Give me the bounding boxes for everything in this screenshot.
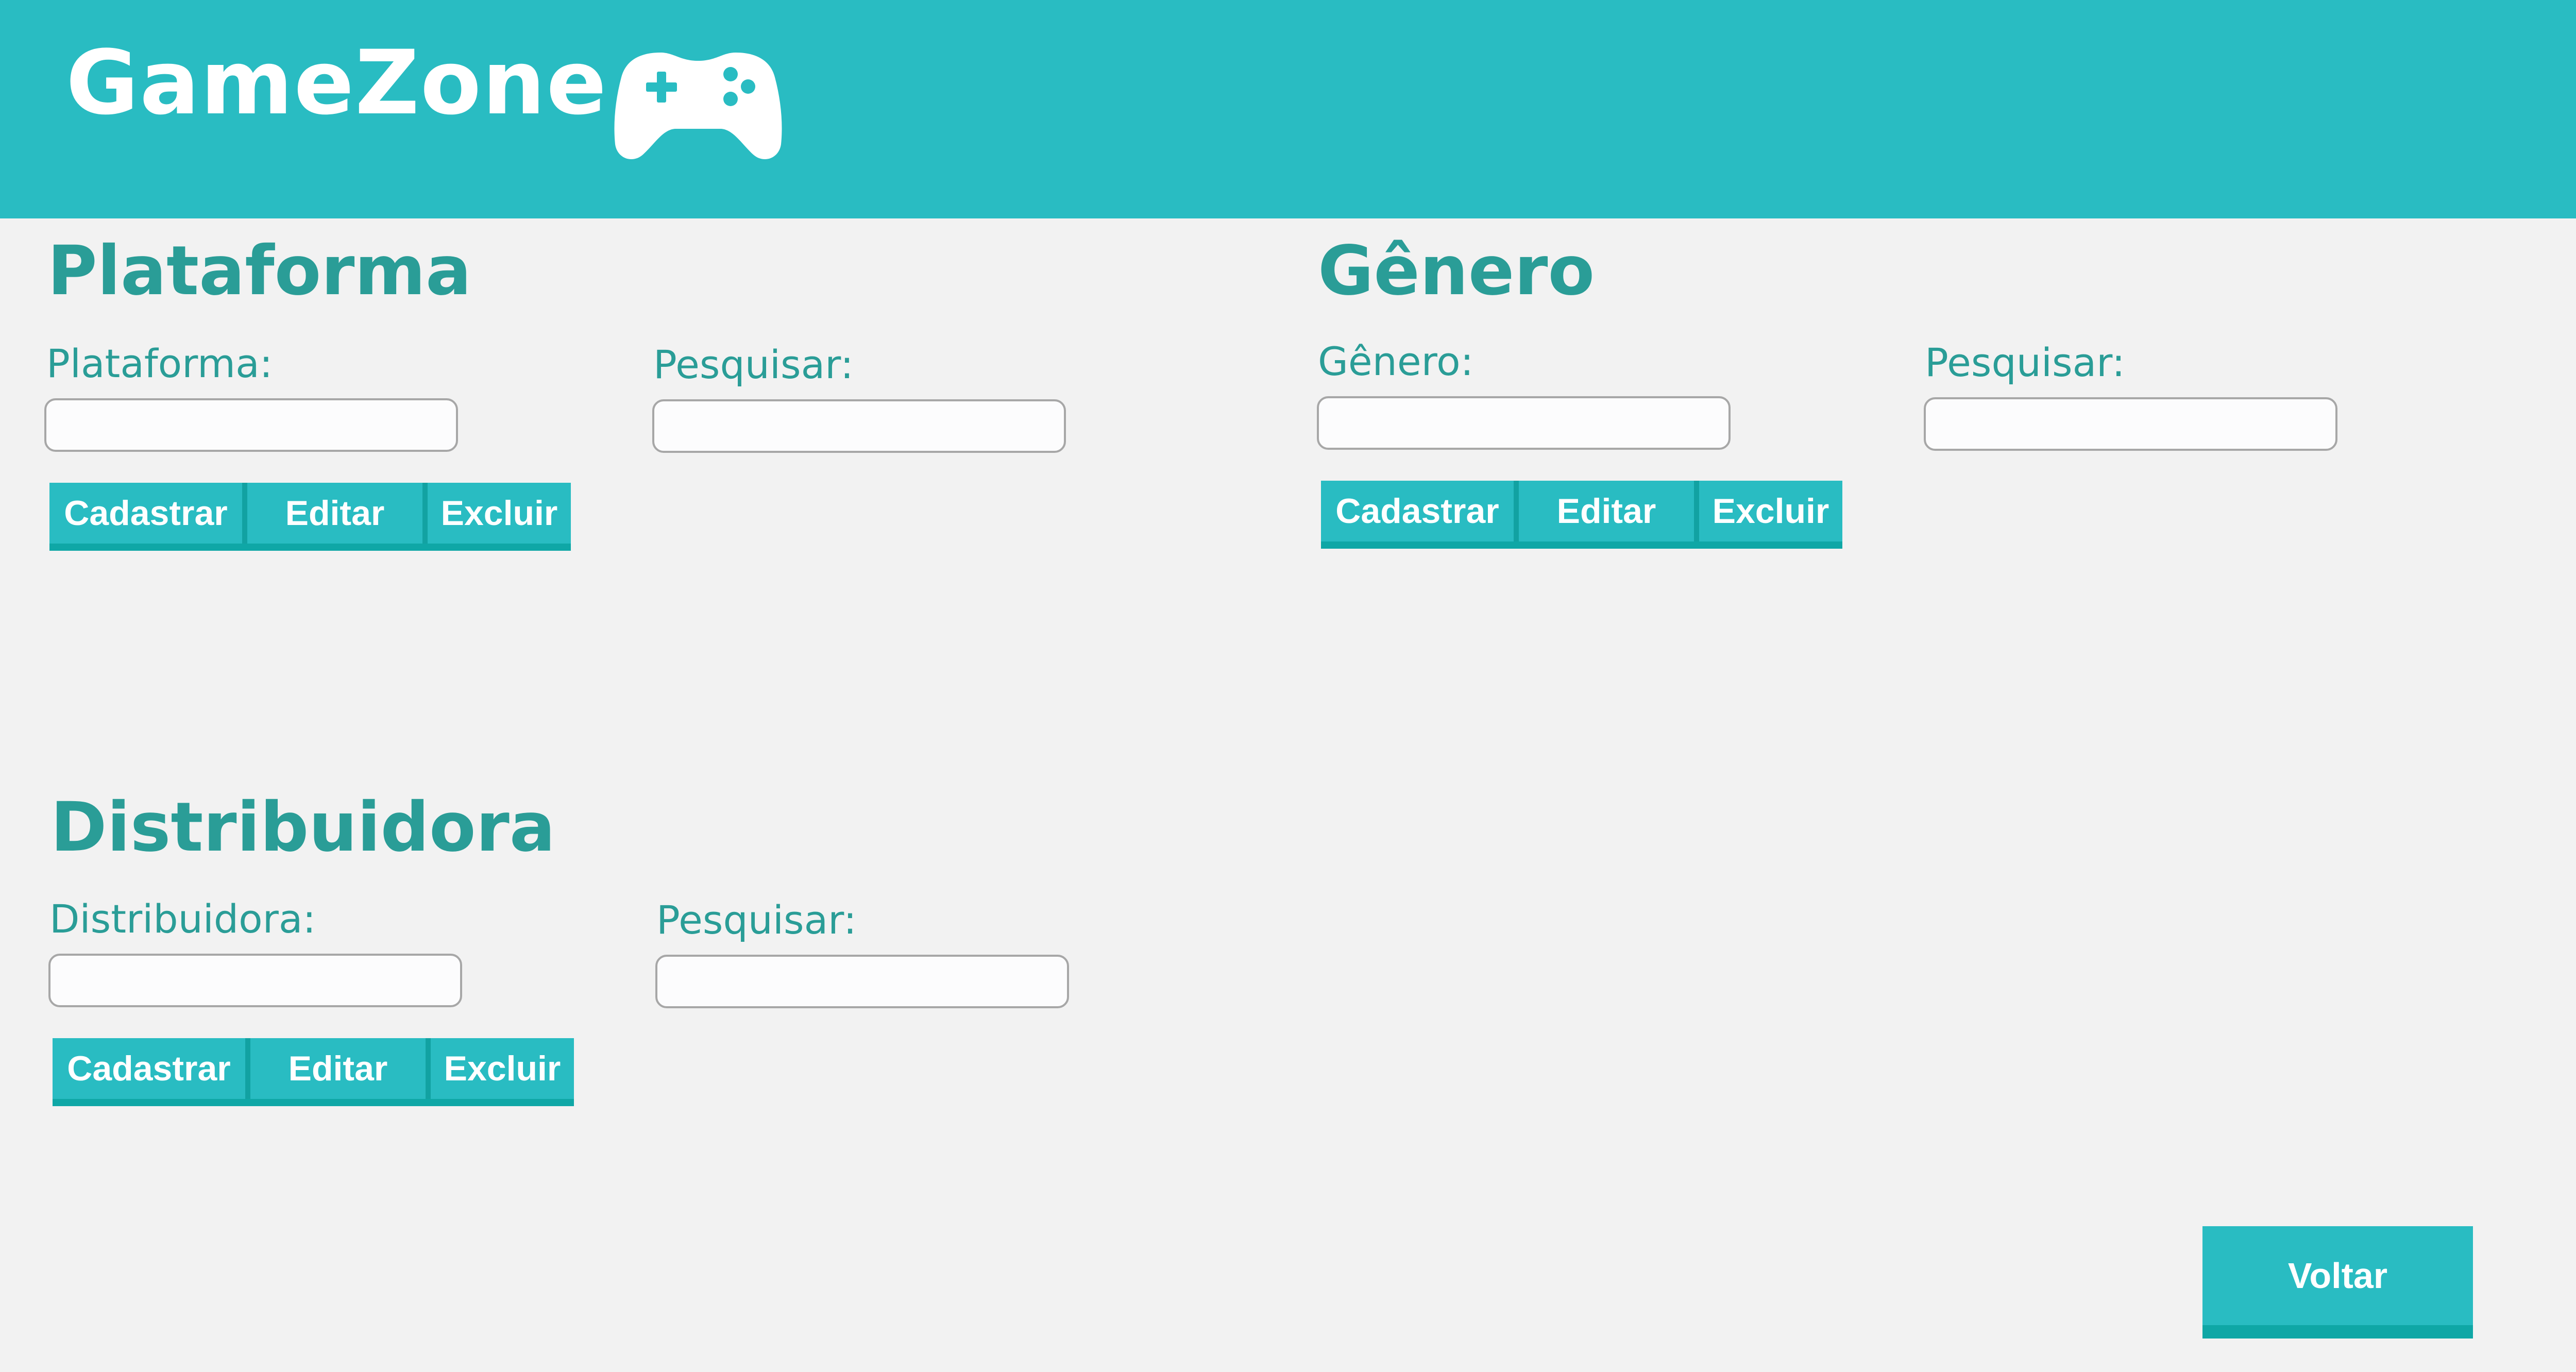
- distribuidora-input[interactable]: [48, 954, 462, 1007]
- genero-editar-button[interactable]: Editar: [1519, 481, 1699, 541]
- genero-cadastrar-button[interactable]: Cadastrar: [1321, 481, 1519, 541]
- plataforma-input[interactable]: [44, 398, 458, 452]
- plataforma-cadastrar-button[interactable]: Cadastrar: [49, 483, 247, 544]
- distribuidora-button-group: Cadastrar Editar Excluir: [53, 1038, 574, 1106]
- distribuidora-title: Distribuidora: [50, 788, 555, 867]
- plataforma-field-label: Plataforma:: [46, 341, 273, 386]
- plataforma-editar-button[interactable]: Editar: [247, 483, 428, 544]
- app-header: GameZone: [0, 0, 2576, 218]
- plataforma-title: Plataforma: [47, 231, 472, 311]
- distribuidora-search-label: Pesquisar:: [656, 897, 857, 943]
- distribuidora-cadastrar-button[interactable]: Cadastrar: [53, 1038, 250, 1099]
- genero-excluir-button[interactable]: Excluir: [1699, 481, 1842, 541]
- plataforma-excluir-button[interactable]: Excluir: [428, 483, 571, 544]
- genero-input[interactable]: [1317, 396, 1731, 450]
- voltar-button[interactable]: Voltar: [2202, 1226, 2473, 1339]
- genero-button-group: Cadastrar Editar Excluir: [1321, 481, 1842, 549]
- genero-title: Gênero: [1318, 231, 1595, 311]
- distribuidora-editar-button[interactable]: Editar: [250, 1038, 431, 1099]
- distribuidora-field-label: Distribuidora:: [49, 896, 316, 942]
- gamepad-icon: [614, 53, 782, 160]
- genero-search-label: Pesquisar:: [1925, 340, 2125, 385]
- genero-search-input[interactable]: [1924, 397, 2337, 451]
- genero-field-label: Gênero:: [1318, 338, 1474, 384]
- app-title: GameZone: [66, 31, 608, 134]
- distribuidora-excluir-button[interactable]: Excluir: [431, 1038, 574, 1099]
- plataforma-button-group: Cadastrar Editar Excluir: [49, 483, 571, 551]
- distribuidora-search-input[interactable]: [655, 955, 1069, 1008]
- plataforma-search-input[interactable]: [652, 399, 1066, 453]
- plataforma-search-label: Pesquisar:: [653, 342, 854, 387]
